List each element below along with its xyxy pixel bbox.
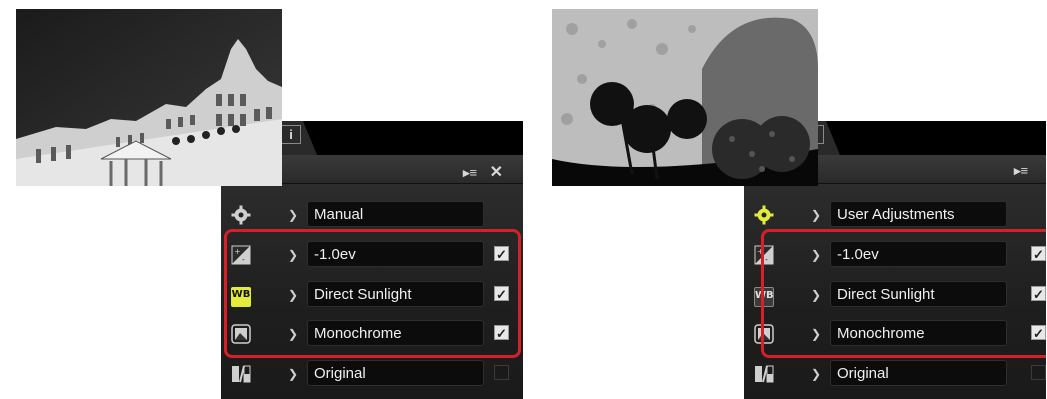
info-tab[interactable]: i xyxy=(281,125,301,144)
chevron-down-icon[interactable]: ❯ xyxy=(284,205,302,225)
exposure-compensation-icon: +- xyxy=(231,245,251,265)
picture-control-checkbox[interactable]: ✓ xyxy=(1031,325,1046,341)
panel-menu-icon[interactable]: ▸≡ xyxy=(463,165,477,181)
picture-control-select[interactable]: User Adjustments xyxy=(830,201,1007,227)
chevron-down-icon[interactable]: ❯ xyxy=(284,364,302,384)
picture-control-icon xyxy=(754,324,774,344)
picture-control-row: ❯ Monochrome ✓ xyxy=(744,320,1046,348)
white-balance-row: WB ❯ Direct Sunlight ✓ xyxy=(744,281,1046,309)
close-icon[interactable]: ✕ xyxy=(490,162,503,182)
white-balance-select[interactable]: Direct Sunlight xyxy=(830,281,1007,307)
exposure-row: + - ❯ -1.0ev ✓ xyxy=(221,241,523,269)
white-balance-icon: WB xyxy=(231,287,251,307)
left-panel: i ▸≡ ✕ ❯ Manual + - ❯ -1.0ev ✓ WB ❯ Dire… xyxy=(0,0,523,399)
exposure-checkbox[interactable]: ✓ xyxy=(494,246,509,262)
picture-control-row: ❯ Monochrome ✓ xyxy=(221,320,523,348)
chevron-down-icon[interactable]: ❯ xyxy=(807,245,825,265)
picture-control-mode-row: ❯ User Adjustments xyxy=(744,201,1046,229)
exposure-select[interactable]: -1.0ev xyxy=(307,241,484,267)
tone-select[interactable]: Original xyxy=(307,360,484,386)
chevron-down-icon[interactable]: ❯ xyxy=(284,285,302,305)
tone-curve-icon xyxy=(755,365,774,383)
flowers-photo xyxy=(552,9,818,186)
picture-control-mode-row: ❯ Manual xyxy=(221,201,523,229)
chevron-down-icon[interactable]: ❯ xyxy=(807,285,825,305)
white-balance-checkbox[interactable]: ✓ xyxy=(1031,286,1046,302)
svg-text:-: - xyxy=(242,255,245,264)
picture-control-select[interactable]: Manual xyxy=(307,201,484,227)
gear-icon xyxy=(754,205,774,225)
exposure-select[interactable]: -1.0ev xyxy=(830,241,1007,267)
tone-select[interactable]: Original xyxy=(830,360,1007,386)
chevron-down-icon[interactable]: ❯ xyxy=(807,324,825,344)
chevron-down-icon[interactable]: ❯ xyxy=(284,245,302,265)
chevron-down-icon[interactable]: ❯ xyxy=(284,324,302,344)
white-balance-checkbox[interactable]: ✓ xyxy=(494,286,509,302)
exposure-compensation-icon: +- xyxy=(754,245,774,265)
building-photo xyxy=(16,9,282,186)
tone-checkbox[interactable] xyxy=(494,365,509,380)
svg-text:-: - xyxy=(765,255,768,264)
tone-row: ❯ Original xyxy=(221,360,523,388)
picture-control-value-select[interactable]: Monochrome xyxy=(830,320,1007,346)
svg-text:+: + xyxy=(234,247,241,256)
panel-menu-icon[interactable]: ▸≡ xyxy=(1014,163,1028,179)
exposure-row: + - ❯ -1.0ev ✓ xyxy=(744,241,1046,269)
tone-checkbox[interactable] xyxy=(1031,365,1046,380)
svg-text:+: + xyxy=(757,247,764,256)
right-panel: i ▸≡ ✕ ❯ User Adjustments +- ❯ -1.0ev ✓ … xyxy=(523,0,1046,399)
exposure-checkbox[interactable]: ✓ xyxy=(1031,246,1046,262)
picture-control-value-select[interactable]: Monochrome xyxy=(307,320,484,346)
picture-control-icon xyxy=(231,324,251,344)
white-balance-row: WB ❯ Direct Sunlight ✓ xyxy=(221,281,523,309)
tone-row: ❯ Original xyxy=(744,360,1046,388)
chevron-down-icon[interactable]: ❯ xyxy=(807,364,825,384)
gear-icon xyxy=(231,205,251,225)
white-balance-select[interactable]: Direct Sunlight xyxy=(307,281,484,307)
tone-curve-icon xyxy=(232,365,251,383)
white-balance-icon: WB xyxy=(754,287,774,307)
chevron-down-icon[interactable]: ❯ xyxy=(807,205,825,225)
picture-control-checkbox[interactable]: ✓ xyxy=(494,325,509,341)
